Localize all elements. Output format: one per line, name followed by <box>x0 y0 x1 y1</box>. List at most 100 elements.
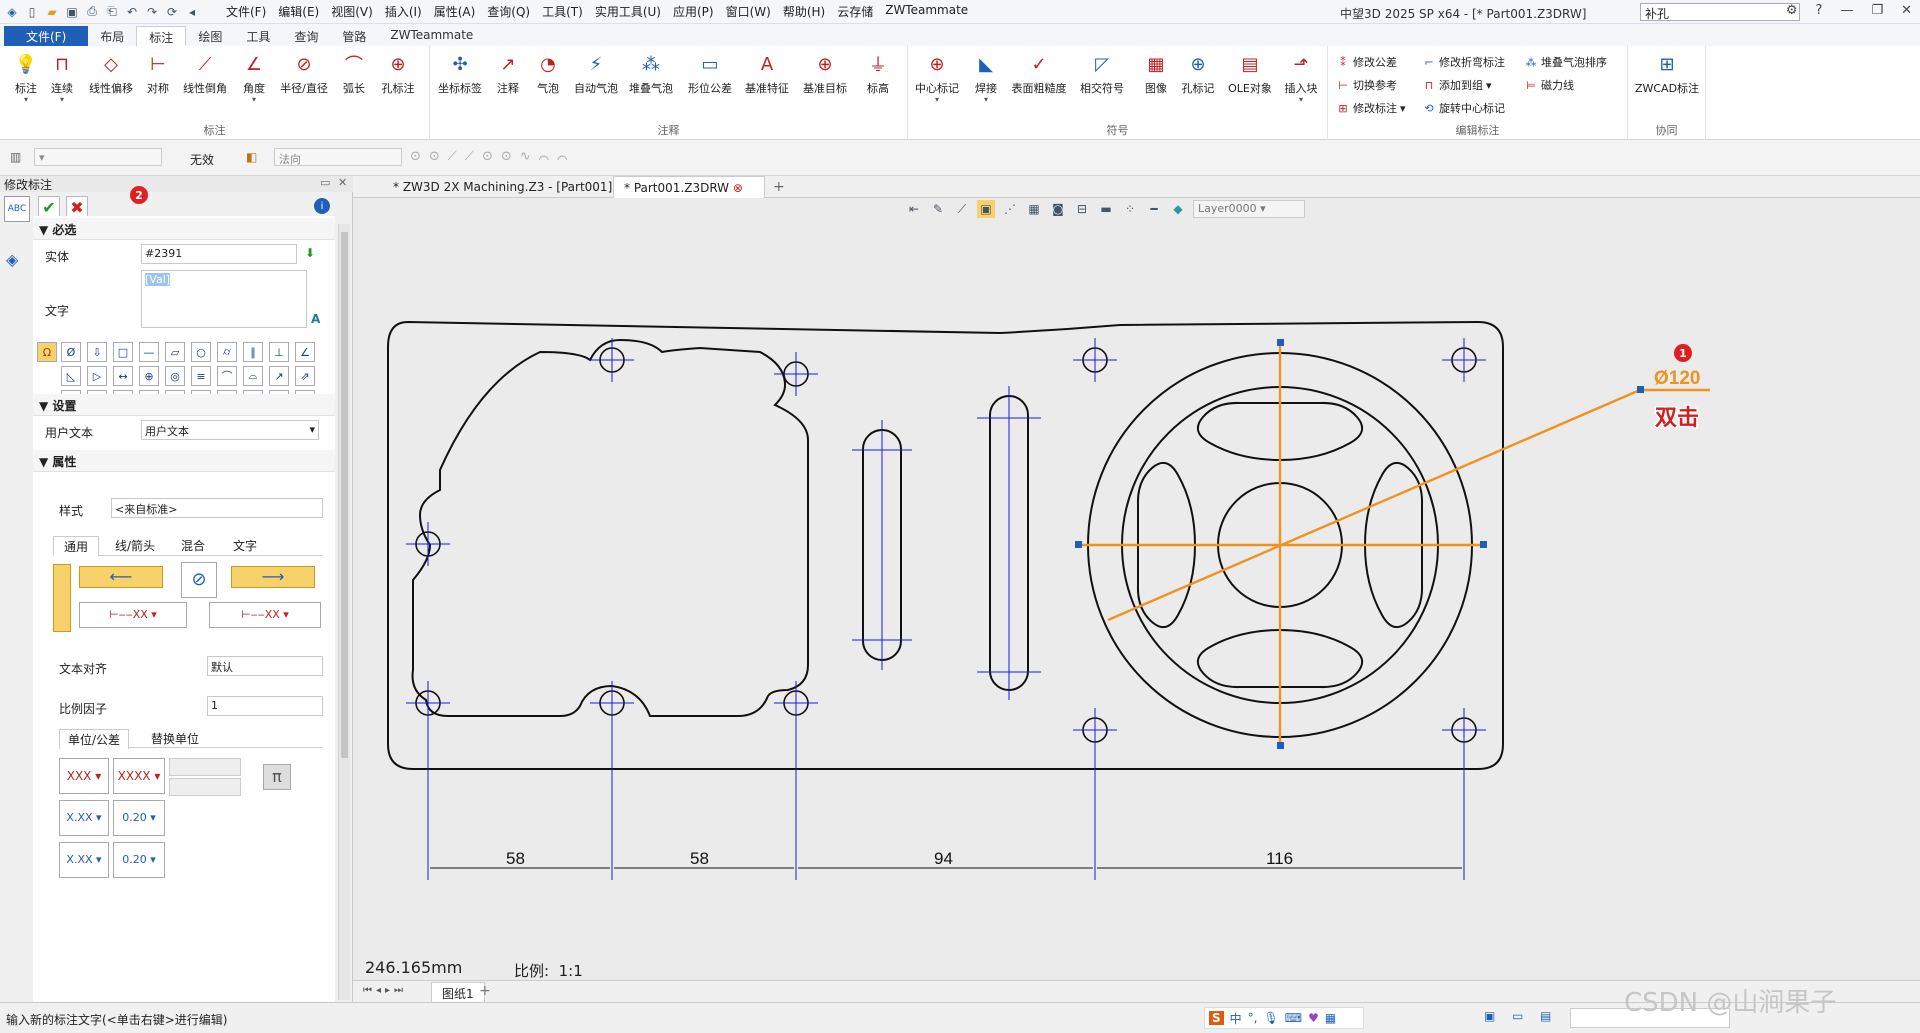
menu-edit[interactable]: 编辑(E) <box>278 3 319 20</box>
symbol-diameter-icon[interactable]: Ø <box>61 342 81 362</box>
skin-icon[interactable]: ♥ <box>1308 1011 1319 1025</box>
status-icon-c[interactable]: ▤ <box>1540 1009 1551 1023</box>
panel-close-icon[interactable]: ✕ <box>338 176 347 189</box>
precision-field[interactable] <box>169 758 241 776</box>
symbol-arc-icon[interactable]: ⌒ <box>217 366 237 386</box>
tab-zwteammate[interactable]: ZWTeammate <box>378 26 485 46</box>
center-mark-button[interactable]: ⊕ 中心标记 ▾ <box>912 50 962 104</box>
doc-tab-drawing[interactable]: * Part001.Z3DRW ⊗ <box>613 176 765 198</box>
symbol-depth-icon[interactable]: ⇩ <box>87 342 107 362</box>
symbol-circularity-icon[interactable]: ○ <box>191 342 211 362</box>
grid-icon[interactable]: ▦ <box>1025 200 1043 218</box>
symbol-position-icon[interactable]: ⊕ <box>139 366 159 386</box>
modify-dimension-button[interactable]: ⊞ 修改标注 ▾ <box>1336 100 1405 116</box>
menu-view[interactable]: 视图(V) <box>331 3 373 20</box>
frame-icon[interactable]: ⊟ <box>1073 200 1091 218</box>
symbol-arrow-both-icon[interactable]: ↔ <box>113 366 133 386</box>
tab-draw[interactable]: 绘图 <box>186 26 234 46</box>
stacked-balloon-sort-button[interactable]: ⁂ 堆叠气泡排序 <box>1524 54 1608 70</box>
symbol-angularity-icon[interactable]: ∠ <box>295 342 315 362</box>
symmetric-dimension-button[interactable]: ⊢ 对称 <box>136 50 180 96</box>
auto-balloon-button[interactable]: ⚡ 自动气泡 <box>570 50 622 96</box>
coordinate-label-button[interactable]: ✣ 坐标标签 <box>434 50 486 96</box>
filter-icon[interactable]: ▥ <box>10 150 21 164</box>
extension-right-select[interactable]: ⊢‒‒XX ▾ <box>209 602 321 628</box>
minimize-button[interactable]: — <box>1840 3 1853 18</box>
status-icon-a[interactable]: ▣ <box>1484 1009 1495 1023</box>
snap-icon[interactable]: ⋰ <box>1001 200 1019 218</box>
view-mode-icon[interactable]: ◈ <box>6 250 18 269</box>
add-sheet-icon[interactable]: + <box>479 983 491 999</box>
section-properties[interactable]: ▼ 属性 <box>33 450 335 472</box>
symbol-parallel-icon[interactable]: ∥ <box>243 342 263 362</box>
print-icon[interactable]: ⎙ <box>84 4 100 20</box>
style-select[interactable]: <来自标准> <box>111 498 323 518</box>
datum-target-button[interactable]: ⊕ 基准目标 <box>800 50 850 96</box>
keyboard-icon[interactable]: ⌨ <box>1285 1011 1302 1025</box>
symbol-flatness-icon[interactable]: ▱ <box>165 342 185 362</box>
menu-tools[interactable]: 工具(T) <box>542 3 583 20</box>
symbol-concentricity-icon[interactable]: ◎ <box>165 366 185 386</box>
app-logo-icon[interactable]: ◈ <box>4 4 20 20</box>
insert-block-button[interactable]: ⬏ 插入块 ▾ <box>1278 50 1324 104</box>
menu-file[interactable]: 文件(F) <box>226 3 266 20</box>
new-tab-icon[interactable]: + <box>773 179 785 195</box>
symbol-surface-profile-icon[interactable]: ⌓ <box>243 366 263 386</box>
prop-tab-mixed[interactable]: 混合 <box>181 537 205 554</box>
arrow-inside-toggle[interactable] <box>53 564 71 632</box>
elevation-button[interactable]: ⏚ 标高 <box>856 50 900 96</box>
point-icon[interactable]: ⁘ <box>1121 200 1139 218</box>
status-icon-b[interactable]: ▭ <box>1512 1009 1523 1023</box>
tab-layout[interactable]: 布局 <box>88 26 136 46</box>
dimension-mode-icon[interactable]: ABC <box>4 196 30 222</box>
pin-icon[interactable]: ▭ <box>320 176 330 189</box>
symbol-cylindricity-icon[interactable]: ⌭ <box>217 342 237 362</box>
extension-left-select[interactable]: ⊢‒‒XX ▾ <box>79 602 187 628</box>
hole-dimension-button[interactable]: ⊕ 孔标注 <box>376 50 420 96</box>
tab-query[interactable]: 查询 <box>282 26 330 46</box>
modify-tolerance-button[interactable]: ⁑ 修改公差 <box>1336 54 1397 70</box>
command-search-input[interactable]: 补孔 <box>1640 3 1800 21</box>
tab-close-icon[interactable]: ⊗ <box>733 181 743 195</box>
open-folder-icon[interactable]: ▰ <box>44 4 60 20</box>
symbol-omega-icon[interactable]: Ω <box>37 342 57 362</box>
view-icon[interactable]: ◙ <box>1049 200 1067 218</box>
geometric-tolerance-button[interactable]: ▭ 形位公差 <box>684 50 736 96</box>
sheet-nav-icon[interactable]: ⏮◂▸⏭ <box>363 985 407 996</box>
tolerance-type-select-2[interactable]: X.XX ▾ <box>59 842 109 878</box>
menu-insert[interactable]: 插入(I) <box>385 3 422 20</box>
format-primary-select[interactable]: XXX ▾ <box>59 758 109 794</box>
ok-button[interactable]: ✔ <box>38 196 60 218</box>
entity-field[interactable]: #2391 <box>141 244 297 264</box>
prev-view-icon[interactable]: ⇤ <box>905 200 923 218</box>
pi-button[interactable]: π <box>263 764 291 790</box>
settings-gear-icon[interactable]: ⚙ <box>1786 3 1798 18</box>
tolerance-value-select-2[interactable]: 0.20 ▾ <box>113 842 165 878</box>
menu-window[interactable]: 窗口(W) <box>726 3 771 20</box>
cancel-button[interactable]: ✖ <box>66 196 88 218</box>
angle-dimension-button[interactable]: ∠ 角度 ▾ <box>232 50 276 104</box>
symbol-square-icon[interactable]: □ <box>113 342 133 362</box>
prop-tab-general[interactable]: 通用 <box>53 536 100 556</box>
zwcad-dimension-button[interactable]: ⊞ ZWCAD标注 <box>1634 50 1700 96</box>
menu-zwteammate[interactable]: ZWTeammate <box>885 3 968 20</box>
drawing-canvas[interactable] <box>353 198 1920 980</box>
symbol-straightness-icon[interactable]: — <box>139 342 159 362</box>
pick-icon[interactable]: ◧ <box>246 150 257 164</box>
stacked-balloon-button[interactable]: ⁂ 堆叠气泡 <box>626 50 676 96</box>
unit-tab-tolerance[interactable]: 单位/公差 <box>59 729 130 749</box>
maximize-button[interactable]: ❐ <box>1871 3 1883 18</box>
tab-tools[interactable]: 工具 <box>234 26 282 46</box>
linear-chamfer-button[interactable]: ⟋ 线性倒角 <box>180 50 230 96</box>
mic-icon[interactable]: 🎙 <box>1264 1011 1279 1025</box>
info-icon[interactable]: i <box>314 198 330 214</box>
surface-roughness-button[interactable]: ✓ 表面粗糙度 <box>1008 50 1070 96</box>
undo-icon[interactable]: ↶ <box>124 4 140 20</box>
arrow-left-button[interactable]: ⟵ <box>79 566 163 588</box>
print-preview-icon[interactable]: ⎗ <box>104 4 120 20</box>
hole-mark-button[interactable]: ⊕ 孔标记 <box>1174 50 1222 96</box>
unit-tab-alt-units[interactable]: 替换单位 <box>151 730 199 747</box>
arrow-right-button[interactable]: ⟶ <box>231 566 315 588</box>
select-filter-icon[interactable]: ▣ <box>977 200 995 218</box>
symbol-runout-icon[interactable]: ↗ <box>269 366 289 386</box>
